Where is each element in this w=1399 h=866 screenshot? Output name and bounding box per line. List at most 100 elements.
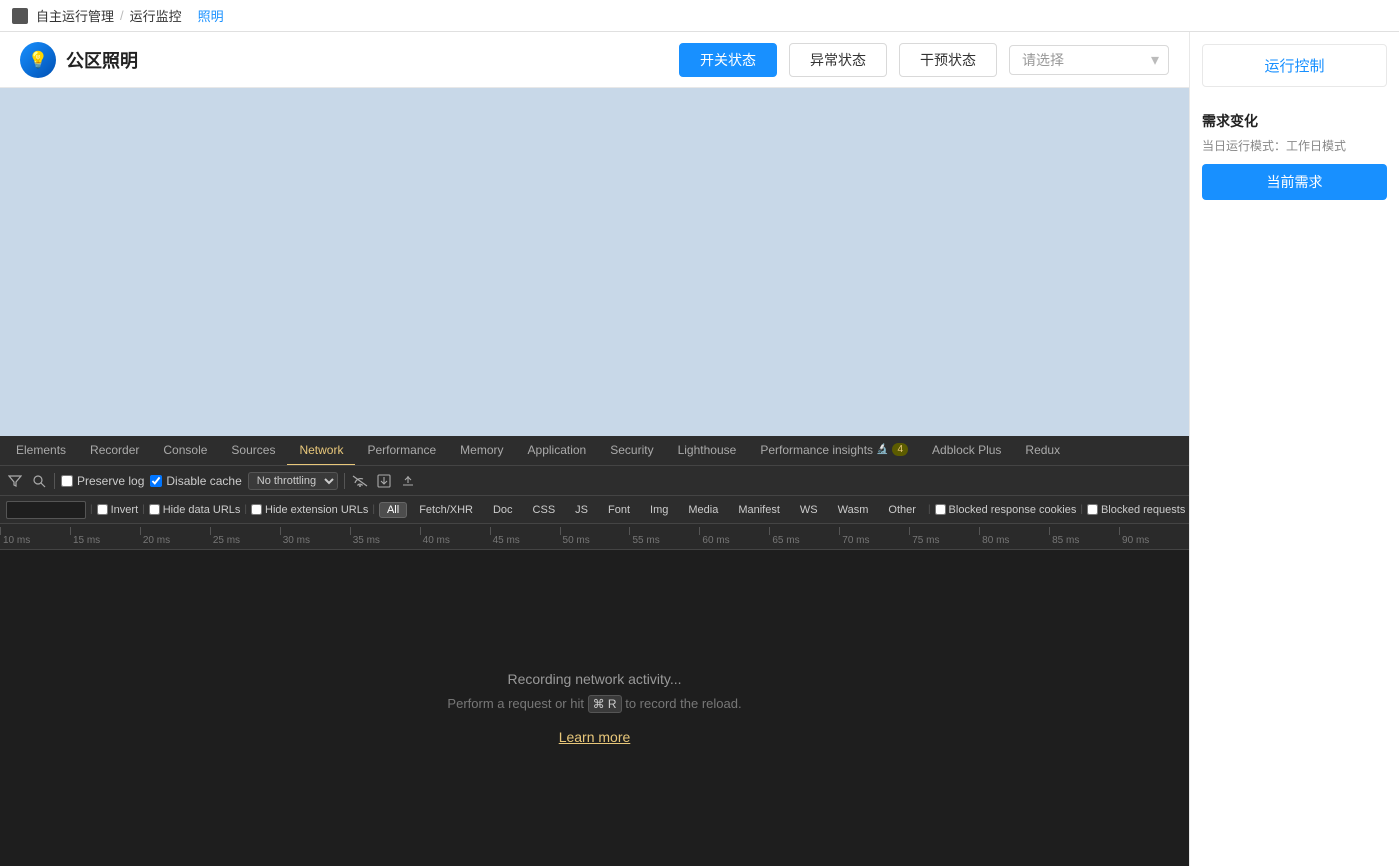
type-btn-manifest[interactable]: Manifest — [730, 502, 788, 518]
nav-system[interactable]: 自主运行管理 — [36, 6, 114, 25]
blocked-cookies-checkbox[interactable]: Blocked response cookies — [935, 504, 1077, 516]
demand-section: 需求变化 当日运行模式：工作日模式 当前需求 — [1190, 99, 1399, 212]
type-btn-media[interactable]: Media — [680, 502, 726, 518]
devtools-tab-bar: Elements Recorder Console Sources Networ… — [0, 436, 1189, 466]
type-btn-font[interactable]: Font — [600, 502, 638, 518]
tab-network[interactable]: Network — [287, 436, 355, 466]
function-select[interactable]: 请选择 — [1009, 45, 1169, 75]
offline-icon[interactable] — [351, 472, 369, 490]
tab-recorder[interactable]: Recorder — [78, 436, 151, 466]
type-btn-css[interactable]: CSS — [525, 502, 564, 518]
preserve-log-label: Preserve log — [77, 474, 144, 488]
filter-input[interactable] — [6, 501, 86, 519]
btn-switch-status[interactable]: 开关状态 — [679, 43, 777, 77]
invert-label: Invert — [111, 504, 139, 516]
tab-adblock[interactable]: Adblock Plus — [920, 436, 1013, 466]
pipe-4: | — [372, 504, 375, 515]
recording-text: Recording network activity... — [507, 671, 681, 687]
tab-sources[interactable]: Sources — [219, 436, 287, 466]
tab-security[interactable]: Security — [598, 436, 665, 466]
main-layout: 💡 公区照明 开关状态 异常状态 干预状态 请选择 — [0, 32, 1399, 866]
disable-cache-input[interactable] — [150, 475, 162, 487]
invert-input[interactable] — [97, 504, 108, 515]
btn-abnormal-status[interactable]: 异常状态 — [789, 43, 887, 77]
type-btn-fetch[interactable]: Fetch/XHR — [411, 502, 481, 518]
tab-performance[interactable]: Performance — [355, 436, 448, 466]
app-panel: 💡 公区照明 开关状态 异常状态 干预状态 请选择 — [0, 32, 1189, 866]
type-btn-js[interactable]: JS — [567, 502, 596, 518]
recording-sub-prefix: Perform a request or hit — [447, 696, 587, 711]
tab-application[interactable]: Application — [516, 436, 599, 466]
tab-performance-insights[interactable]: Performance insights 🔬 4 — [748, 436, 920, 466]
filter-icon[interactable] — [6, 472, 24, 490]
tab-redux[interactable]: Redux — [1013, 436, 1072, 466]
current-demand-button[interactable]: 当前需求 — [1202, 164, 1387, 200]
tab-lighthouse[interactable]: Lighthouse — [666, 436, 749, 466]
timeline-tick: 70 ms — [839, 524, 869, 549]
preserve-log-input[interactable] — [61, 475, 73, 487]
tab-console[interactable]: Console — [151, 436, 219, 466]
timeline-tick: 35 ms — [350, 524, 380, 549]
type-btn-other[interactable]: Other — [880, 502, 924, 518]
invert-checkbox[interactable]: Invert — [97, 504, 139, 516]
pipe-2: | — [142, 504, 145, 515]
devtools-panel: Elements Recorder Console Sources Networ… — [0, 436, 1189, 866]
blocked-requests-label: Blocked requests — [1101, 504, 1185, 516]
tab-elements[interactable]: Elements — [4, 436, 78, 466]
hide-data-urls-label: Hide data URLs — [163, 504, 241, 516]
hide-ext-urls-input[interactable] — [251, 504, 262, 515]
pipe-3: | — [244, 504, 247, 515]
export-har-icon[interactable] — [375, 472, 393, 490]
app-header: 💡 公区照明 开关状态 异常状态 干预状态 请选择 — [0, 32, 1189, 88]
run-control-button[interactable]: 运行控制 — [1202, 44, 1387, 87]
import-har-icon[interactable] — [399, 472, 417, 490]
hide-ext-urls-label: Hide extension URLs — [265, 504, 368, 516]
blocked-requests-checkbox[interactable]: Blocked requests — [1087, 504, 1185, 516]
type-btn-img[interactable]: Img — [642, 502, 676, 518]
content-wrapper: ■ 全关 ■ 全开 ■ 部分开启 — [0, 88, 1189, 866]
timeline-tick: 40 ms — [420, 524, 450, 549]
tab-memory[interactable]: Memory — [448, 436, 515, 466]
blocked-requests-input[interactable] — [1087, 504, 1098, 515]
type-btn-wasm[interactable]: Wasm — [830, 502, 877, 518]
timeline-tick: 65 ms — [769, 524, 799, 549]
type-btn-all[interactable]: All — [379, 502, 407, 518]
pipe-1: | — [90, 504, 93, 515]
preserve-log-checkbox[interactable]: Preserve log — [61, 474, 144, 488]
timeline-tick: 50 ms — [560, 524, 590, 549]
nav-logo-icon — [12, 8, 28, 24]
app-header-right: 开关状态 异常状态 干预状态 请选择 — [679, 43, 1169, 77]
demand-title: 需求变化 — [1202, 111, 1387, 131]
timeline-tick: 85 ms — [1049, 524, 1079, 549]
disable-cache-checkbox[interactable]: Disable cache — [150, 474, 241, 488]
pipe-6: | — [1080, 504, 1083, 515]
timeline-tick: 80 ms — [979, 524, 1009, 549]
app-header-left: 💡 公区照明 — [20, 42, 138, 78]
throttle-select[interactable]: No throttling — [248, 472, 338, 490]
timeline-tick: 55 ms — [629, 524, 659, 549]
timeline-tick: 10 ms — [0, 524, 30, 549]
type-btn-doc[interactable]: Doc — [485, 502, 521, 518]
filter-row: | Invert | Hide data URLs | Hide extensi… — [0, 496, 1189, 524]
nav-current: 照明 — [198, 6, 224, 25]
devtools-toolbar: Preserve log Disable cache No throttling — [0, 466, 1189, 496]
search-icon[interactable] — [30, 472, 48, 490]
top-nav: 自主运行管理 / 运行监控 照明 — [0, 0, 1399, 32]
hide-ext-urls-checkbox[interactable]: Hide extension URLs — [251, 504, 368, 516]
btn-intervene-status[interactable]: 干预状态 — [899, 43, 997, 77]
toolbar-sep-1 — [54, 473, 55, 489]
app-title: 公区照明 — [66, 47, 138, 73]
blocked-cookies-input[interactable] — [935, 504, 946, 515]
hide-data-urls-checkbox[interactable]: Hide data URLs — [149, 504, 241, 516]
function-select-wrap: 请选择 — [1009, 45, 1169, 75]
recording-sub-suffix: to record the reload. — [625, 696, 741, 711]
nav-monitor[interactable]: 运行监控 — [130, 6, 182, 25]
hide-data-urls-input[interactable] — [149, 504, 160, 515]
learn-more-link[interactable]: Learn more — [559, 729, 631, 745]
timeline-tick: 90 ms — [1119, 524, 1149, 549]
type-btn-ws[interactable]: WS — [792, 502, 826, 518]
perf-insights-label: Performance insights — [760, 443, 873, 457]
recording-sub: Perform a request or hit ⌘ R to record t… — [447, 695, 741, 713]
nav-sep1: / — [120, 8, 124, 23]
timeline-tick: 20 ms — [140, 524, 170, 549]
